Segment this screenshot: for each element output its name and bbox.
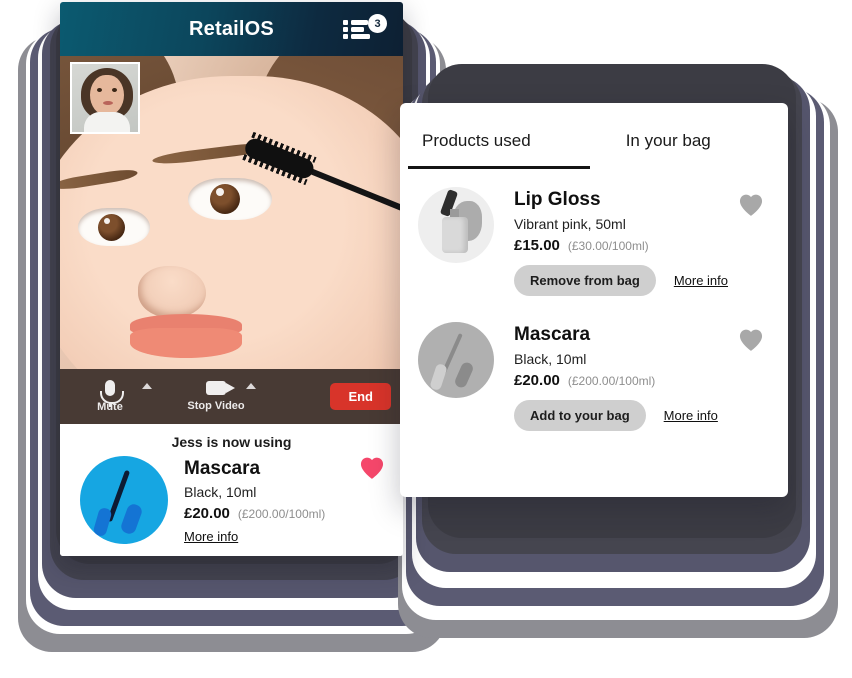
now-using-price-row: £20.00 (£200.00/100ml) — [184, 505, 325, 522]
product-unit-price: (£30.00/100ml) — [567, 239, 649, 253]
product-variant: Black, 10ml — [514, 351, 587, 367]
heart-outline-icon[interactable] — [738, 193, 764, 217]
camera-icon — [206, 381, 235, 395]
microphone-icon — [100, 380, 124, 407]
product-variant: Vibrant pink, 50ml — [514, 216, 626, 232]
app-title: RetailOS — [189, 17, 274, 40]
self-view-mouth — [103, 101, 113, 105]
now-using-product-thumbnail[interactable] — [80, 456, 168, 544]
model-nose — [138, 266, 206, 318]
mascara-brush-shape — [453, 360, 475, 390]
now-using-card: Jess is now using Mascara Black, 10ml £2… — [60, 424, 403, 556]
product-thumbnail[interactable] — [418, 322, 494, 398]
now-using-unit-price: (£200.00/100ml) — [237, 507, 326, 521]
product-list-item: Lip Gloss Vibrant pink, 50ml £15.00 (£30… — [400, 187, 788, 296]
remove-from-bag-button[interactable]: Remove from bag — [514, 265, 656, 296]
product-details: Mascara Black, 10ml £20.00 (£200.00/100m… — [494, 322, 718, 431]
end-call-button[interactable]: End — [330, 383, 391, 410]
product-price: £20.00 — [514, 372, 560, 389]
product-price: £15.00 — [514, 237, 560, 254]
list-icon — [343, 20, 370, 40]
product-more-info-link[interactable]: More info — [664, 408, 718, 423]
now-using-details: Mascara Black, 10ml £20.00 (£200.00/100m… — [168, 456, 325, 546]
stop-video-label: Stop Video — [187, 400, 245, 412]
eye-glint — [216, 188, 224, 196]
model-lips — [130, 328, 242, 358]
video-control-bar: Mute Stop Video End — [60, 369, 403, 424]
chevron-up-icon-video[interactable] — [246, 383, 256, 389]
product-price-row: £15.00 (£30.00/100ml) — [514, 237, 728, 254]
self-view-eye — [97, 88, 102, 92]
mascara-cap-shape — [92, 506, 113, 538]
products-panel: Products used In your bag Lip Gloss Vibr… — [400, 103, 788, 497]
screen-root: RetailOS 3 Mute Stop Video End Jess is n… — [0, 0, 852, 678]
menu-badge-count: 3 — [368, 14, 387, 33]
video-feed[interactable] — [60, 56, 403, 369]
tab-products-used[interactable]: Products used — [422, 131, 531, 151]
model-iris — [98, 214, 125, 241]
now-using-heading: Jess is now using — [171, 434, 292, 450]
stop-video-button[interactable]: Stop Video — [180, 369, 252, 424]
now-using-price: £20.00 — [184, 505, 230, 522]
menu-button[interactable]: 3 — [343, 14, 387, 43]
self-view-torso — [84, 112, 130, 132]
chevron-up-icon-audio[interactable] — [142, 383, 152, 389]
product-name: Lip Gloss — [514, 189, 601, 210]
video-call-panel: RetailOS 3 Mute Stop Video End Jess is n… — [60, 2, 403, 556]
product-more-info-link[interactable]: More info — [674, 273, 728, 288]
tab-in-your-bag[interactable]: In your bag — [626, 131, 711, 151]
product-actions: Add to your bag More info — [514, 400, 718, 431]
mascara-cap-shape — [429, 362, 448, 392]
model-iris — [210, 184, 240, 214]
app-header: RetailOS 3 — [60, 2, 403, 56]
product-thumbnail[interactable] — [418, 187, 494, 263]
product-list-item: Mascara Black, 10ml £20.00 (£200.00/100m… — [400, 322, 788, 431]
bottle-body-shape — [442, 217, 468, 253]
panel-tabs: Products used In your bag — [400, 103, 788, 179]
now-using-row: Mascara Black, 10ml £20.00 (£200.00/100m… — [60, 450, 403, 546]
heart-filled-icon[interactable] — [359, 456, 385, 480]
product-name: Mascara — [514, 324, 591, 345]
now-using-product-name: Mascara — [184, 458, 261, 479]
eye-glint — [104, 218, 110, 224]
product-price-row: £20.00 (£200.00/100ml) — [514, 372, 718, 389]
now-using-more-info-link[interactable]: More info — [184, 529, 238, 544]
active-tab-underline — [408, 166, 590, 169]
mascara-brush-shape — [119, 502, 144, 536]
product-unit-price: (£200.00/100ml) — [567, 374, 656, 388]
mute-button[interactable]: Mute — [74, 369, 146, 424]
product-actions: Remove from bag More info — [514, 265, 728, 296]
heart-outline-icon[interactable] — [738, 328, 764, 352]
self-view-thumbnail[interactable] — [70, 62, 140, 134]
self-view-eye — [112, 88, 117, 92]
now-using-product-variant: Black, 10ml — [184, 484, 257, 500]
self-view-face — [90, 75, 124, 115]
product-details: Lip Gloss Vibrant pink, 50ml £15.00 (£30… — [494, 187, 728, 296]
add-to-bag-button[interactable]: Add to your bag — [514, 400, 646, 431]
